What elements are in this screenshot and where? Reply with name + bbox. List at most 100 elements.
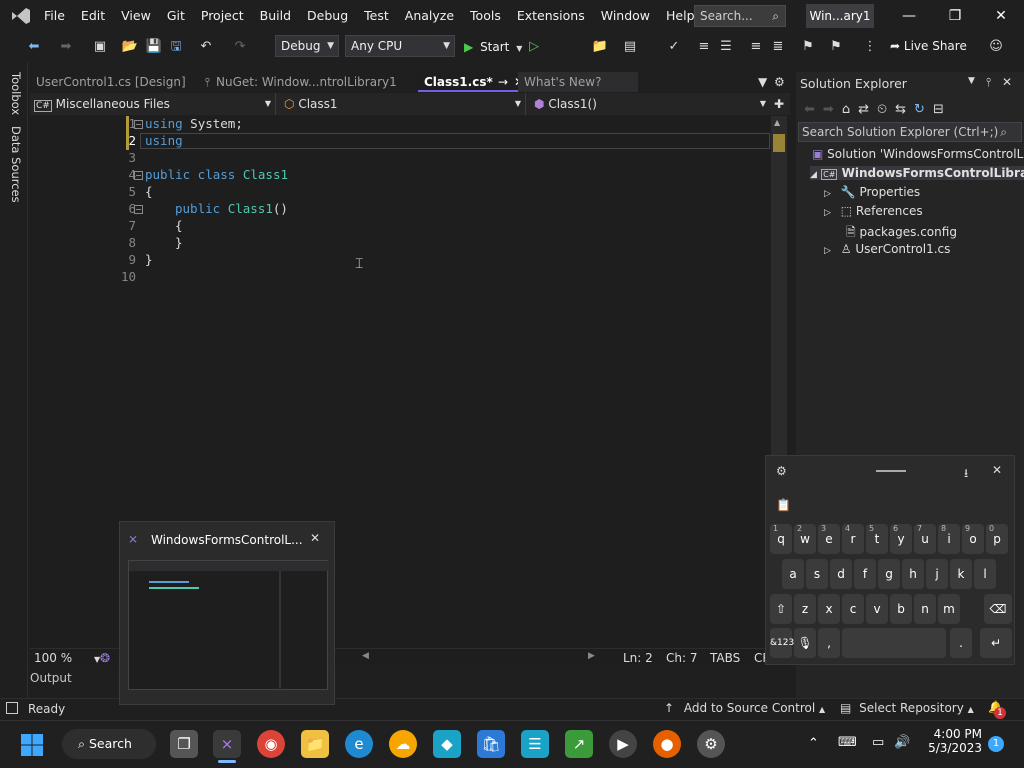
vs-logo-icon[interactable]: [10, 6, 32, 26]
clipboard-icon[interactable]: 📋: [776, 498, 791, 512]
key-u[interactable]: 7u: [914, 524, 936, 554]
key-d[interactable]: d: [830, 559, 852, 589]
tree-item-packages[interactable]: 🗎 packages.config: [846, 223, 957, 244]
search-input[interactable]: Search... ⌕: [694, 5, 786, 27]
chevron-down-icon[interactable]: ▼: [758, 72, 772, 92]
menu-debug[interactable]: Debug: [299, 0, 356, 32]
key-p[interactable]: 0p: [986, 524, 1008, 554]
notification-center-badge[interactable]: 1: [988, 736, 1004, 752]
back-icon[interactable]: ⬅: [804, 102, 815, 117]
close-icon[interactable]: ✕: [978, 0, 1024, 32]
column-indicator[interactable]: Ch: 7: [666, 651, 697, 665]
collapse-icon[interactable]: −: [134, 205, 143, 214]
key-q[interactable]: 1q: [770, 524, 792, 554]
close-icon[interactable]: ✕: [310, 531, 320, 545]
edge-icon[interactable]: e: [345, 730, 373, 758]
overflow-icon[interactable]: ⋮: [860, 37, 880, 57]
split-icon[interactable]: ✚: [774, 93, 790, 115]
key-w[interactable]: 2w: [794, 524, 816, 554]
sync-icon[interactable]: ⇆: [895, 102, 906, 117]
tree-project[interactable]: ◢ C# WindowsFormsControlLibrary1: [810, 166, 1024, 180]
settings-icon[interactable]: ⚙: [774, 72, 788, 92]
chrome-icon[interactable]: ◉: [257, 730, 285, 758]
chevron-down-icon[interactable]: ▼: [968, 76, 975, 86]
history-icon[interactable]: ⏲: [877, 102, 887, 117]
forward-icon[interactable]: ➡: [56, 37, 76, 57]
redo-icon[interactable]: ↷: [230, 37, 250, 57]
key-c[interactable]: c: [842, 594, 864, 624]
spellcheck-icon[interactable]: ✓: [664, 37, 684, 57]
tree-item-references[interactable]: ▷ ⬚ References: [824, 204, 923, 218]
window-title[interactable]: Win...ary1: [806, 4, 874, 28]
scroll-thumb[interactable]: [773, 134, 785, 152]
menu-test[interactable]: Test: [356, 0, 397, 32]
task-view-icon[interactable]: ❐: [170, 730, 198, 758]
menu-window[interactable]: Window: [593, 0, 658, 32]
volume-icon[interactable]: 🔊: [894, 735, 910, 750]
key-s[interactable]: s: [806, 559, 828, 589]
collapse-all-icon[interactable]: ⊟: [933, 102, 944, 117]
key-h[interactable]: h: [902, 559, 924, 589]
tree-item-properties[interactable]: ▷ 🔧 Properties: [824, 185, 920, 199]
media-player-icon[interactable]: ▶: [609, 730, 637, 758]
notepad-icon[interactable]: ☰: [521, 730, 549, 758]
home-icon[interactable]: ⌂: [842, 102, 850, 117]
open-folder-icon[interactable]: 📂: [120, 37, 140, 57]
backspace-key[interactable]: ⌫: [984, 594, 1012, 624]
copilot-icon[interactable]: ❂: [100, 651, 110, 665]
switch-views-icon[interactable]: ⇄: [858, 102, 869, 117]
key-i[interactable]: 8i: [938, 524, 960, 554]
key-o[interactable]: 9o: [962, 524, 984, 554]
menu-git[interactable]: Git: [159, 0, 193, 32]
key-v[interactable]: v: [866, 594, 888, 624]
format-icon[interactable]: ☰: [716, 37, 736, 57]
visual-studio-taskbar-icon[interactable]: ⨯: [213, 730, 241, 758]
key-x[interactable]: x: [818, 594, 840, 624]
key-z[interactable]: z: [794, 594, 816, 624]
align-icon[interactable]: ≡: [694, 37, 714, 57]
key-b[interactable]: b: [890, 594, 912, 624]
config-dropdown[interactable]: Debug ▼: [275, 35, 339, 57]
new-project-icon[interactable]: ▣: [90, 37, 110, 57]
tree-item-usercontrol[interactable]: ▷ ♙ UserControl1.cs: [824, 242, 950, 256]
scroll-right-icon[interactable]: ▶: [588, 651, 595, 661]
taskbar-thumbnail-preview[interactable]: ⨯ WindowsFormsControlL... ✕: [119, 521, 335, 705]
collapse-icon[interactable]: −: [134, 171, 143, 180]
folder-view-icon[interactable]: 📁: [590, 37, 610, 57]
uncomment-icon[interactable]: ≣: [768, 37, 788, 57]
forward-icon[interactable]: ➡: [823, 102, 834, 117]
select-repository-button[interactable]: ▤ Select Repository ▲: [840, 701, 974, 715]
pin-icon[interactable]: ⫯: [986, 75, 991, 90]
comment-icon[interactable]: ≡: [746, 37, 766, 57]
back-icon[interactable]: ⬅: [24, 37, 44, 57]
app-icon[interactable]: ◆: [433, 730, 461, 758]
file-explorer-icon[interactable]: 📁: [301, 730, 329, 758]
windows-start-icon[interactable]: [20, 733, 44, 757]
key-a[interactable]: a: [782, 559, 804, 589]
save-all-icon[interactable]: 🖫: [166, 37, 186, 57]
weather-icon[interactable]: ☁: [389, 730, 417, 758]
add-to-source-control-button[interactable]: ↑ Add to Source Control ▲: [664, 701, 825, 715]
tab-class1[interactable]: Class1.cs* → ✕: [418, 72, 524, 92]
tab-usercontrol-design[interactable]: UserControl1.cs [Design] ⫯: [30, 72, 210, 92]
microphone-icon[interactable]: 🎙: [794, 628, 816, 658]
pin-icon[interactable]: →: [498, 72, 508, 92]
key-j[interactable]: j: [926, 559, 948, 589]
se-search-input[interactable]: Search Solution Explorer (Ctrl+;) ⌕: [798, 122, 1022, 142]
type-dropdown[interactable]: ⬡ Class1 ▼: [280, 93, 526, 115]
key-e[interactable]: 3e: [818, 524, 840, 554]
project-dropdown[interactable]: C# Miscellaneous Files ▼: [30, 93, 276, 115]
key-n[interactable]: n: [914, 594, 936, 624]
menu-tools[interactable]: Tools: [462, 0, 509, 32]
chart-app-icon[interactable]: ↗: [565, 730, 593, 758]
space-key[interactable]: [842, 628, 946, 658]
undo-icon[interactable]: ↶: [196, 37, 216, 57]
numbers-symbols-key[interactable]: &123: [770, 628, 794, 658]
key-k[interactable]: k: [950, 559, 972, 589]
scroll-up-icon[interactable]: ▲: [774, 118, 780, 127]
keyboard-icon[interactable]: ⌨: [838, 735, 857, 750]
period-key[interactable]: .: [950, 628, 972, 658]
maximize-icon[interactable]: ❐: [932, 0, 978, 32]
menu-view[interactable]: View: [113, 0, 159, 32]
member-dropdown[interactable]: ⬢ Class1() ▼: [530, 93, 770, 115]
